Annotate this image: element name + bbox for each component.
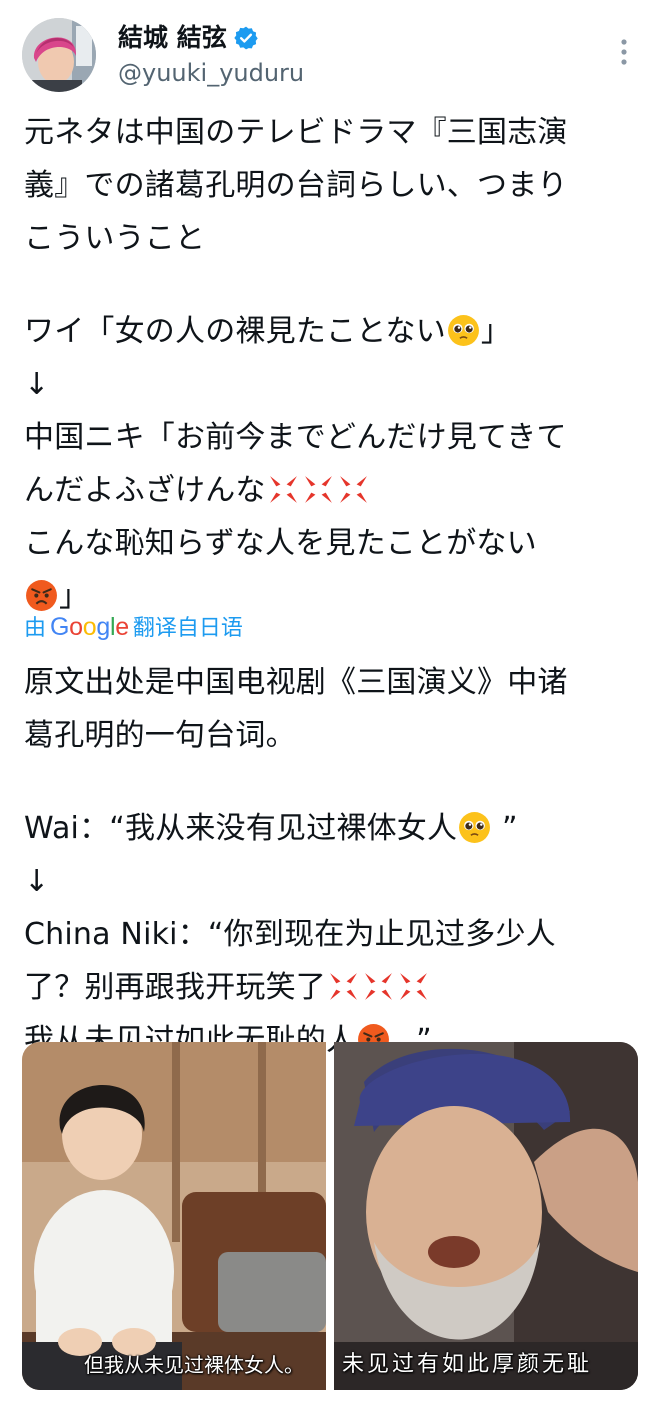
translated-line: China Niki：“你到现在为止见过多少人 [24,917,556,952]
verified-badge-icon [234,26,258,50]
tweet-line: こういうこと [24,221,206,256]
tweet-line: んだよふざけんな [24,464,640,517]
tweet-line: 中国ニキ「お前今までどんだけ見てきて [24,420,567,455]
translate-suffix: 翻译自日语 [132,616,243,641]
translate-prefix: 由 [24,616,47,641]
subtitle-caption: 未见过有如此厚颜无耻 [342,1352,593,1377]
author-display-name[interactable]: 結城 結弦 [118,22,259,54]
arrow-line: ↓ [24,864,50,899]
anger-symbol-emoji [365,973,392,1000]
tweet-line: こんな恥知らずな人を見たことがない [24,526,537,561]
translated-segment: ” [492,811,518,846]
subtitle-caption: 但我从未见过裸体女人。 [84,1353,304,1377]
anger-symbol-emoji [400,973,427,1000]
tweet-text-segment: 」 [59,579,90,614]
pleading-face-emoji [447,315,479,346]
media-photo-left[interactable]: 但我从未见过裸体女人。 [22,1042,326,1390]
translated-text: 原文出处是中国电视剧《三国演义》中诸 葛孔明的一句台词。 Wai：“我从来没有见… [24,656,640,1067]
translated-line: Wai：“我从来没有见过裸体女人 ” [24,802,640,855]
anger-symbol-emoji [339,476,367,503]
avatar[interactable] [22,18,96,92]
more-vertical-icon[interactable] [612,32,636,72]
display-name-text: 結城 結弦 [118,23,227,52]
tweet-text-segment: んだよふざけんな [24,473,266,508]
tweet-line: ワイ「女の人の裸見たことない」 [24,305,640,358]
pleading-face-emoji [459,812,491,843]
translated-segment: Wai：“我从来没有见过裸体女人 [24,811,458,846]
author-handle[interactable]: @yuuki_yuduru [118,58,304,88]
tweet-line: 元ネタは中国のテレビドラマ『三国志演 [24,115,568,150]
arrow-line: ↓ [24,367,50,402]
anger-symbol-emoji [269,476,297,503]
angry-face-emoji [26,580,57,611]
translated-line: 了？别再跟我开玩笑了 [24,961,640,1014]
media-photo-right[interactable]: 未见过有如此厚颜无耻 [334,1042,638,1390]
tweet-header: 結城 結弦 @yuuki_yuduru [22,14,642,94]
google-logo: Google [50,613,129,641]
translated-segment: 了？别再跟我开玩笑了 [24,970,326,1005]
tweet-line: 義』での諸葛孔明の台詞らしい、つまり [24,168,568,203]
translated-line: 葛孔明的一句台词。 [24,718,296,753]
tweet-text-segment: 」 [480,314,512,349]
tweet-media: 但我从未见过裸体女人。 未见过有如此厚颜无耻 [22,1042,638,1390]
tweet-text-segment: ワイ「女の人の裸見たことない [24,314,446,349]
translate-attribution[interactable]: 由 Google 翻译自日语 [24,610,243,644]
anger-symbol-emoji [304,476,332,503]
translated-line: 原文出处是中国电视剧《三国演义》中诸 [24,665,568,700]
tweet-text: 元ネタは中国のテレビドラマ『三国志演 義』での諸葛孔明の台詞らしい、つまり こう… [24,106,640,623]
anger-symbol-emoji [330,973,357,1000]
